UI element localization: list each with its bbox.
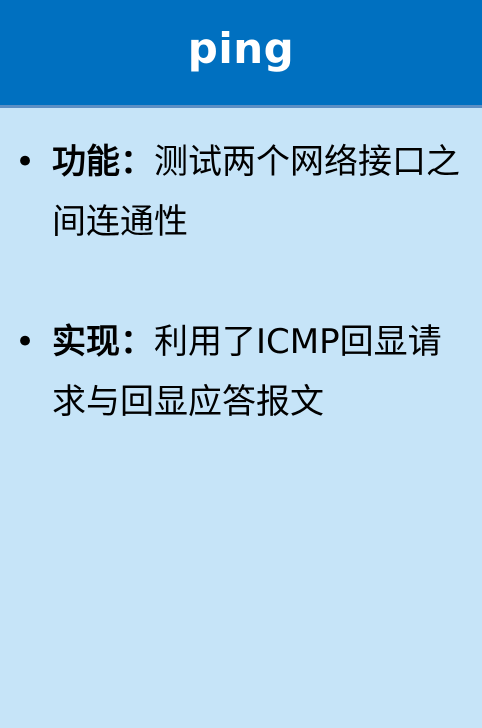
bullet-label: 实现： (52, 322, 154, 362)
bullet-list: • 功能：测试两个网络接口之间连通性 • 实现：利用了ICMP回显请求与回显应答… (0, 108, 482, 432)
bullet-label: 功能： (52, 142, 154, 182)
slide: ping • 功能：测试两个网络接口之间连通性 • 实现：利用了ICMP回显请求… (0, 0, 482, 728)
title-bar: ping (0, 0, 482, 108)
bullet-marker: • (15, 142, 36, 182)
bullet-item-implementation: • 实现：利用了ICMP回显请求与回显应答报文 (0, 312, 482, 432)
slide-title: ping (187, 23, 295, 73)
bullet-marker: • (15, 322, 36, 362)
bullet-item-function: • 功能：测试两个网络接口之间连通性 (0, 132, 482, 252)
